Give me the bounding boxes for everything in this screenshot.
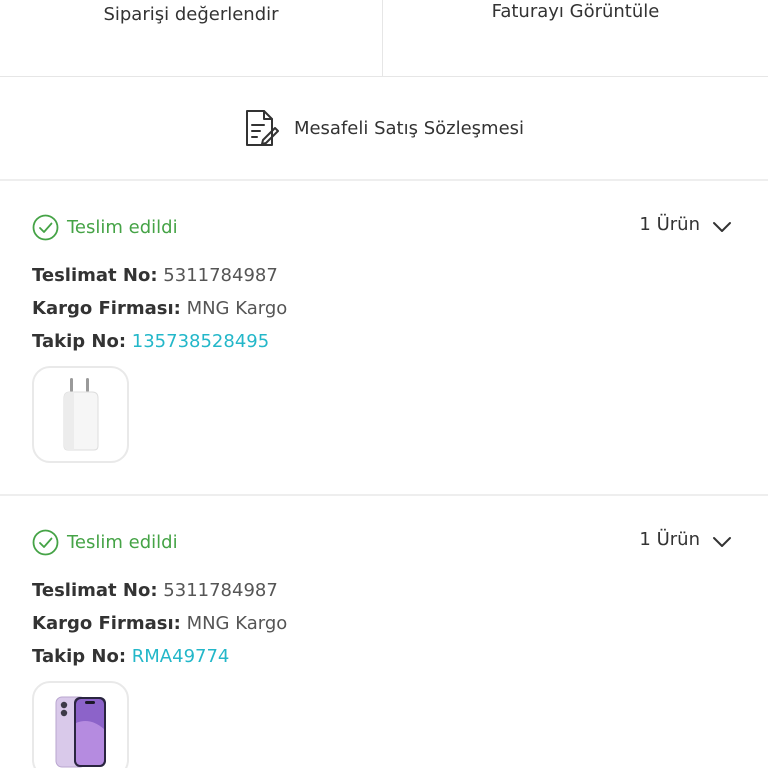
shipment-info: Teslimat No: 5311784987 Kargo Firması: M… xyxy=(32,574,287,673)
rate-order-button[interactable]: Siparişi değerlendir xyxy=(0,0,383,76)
tracking-label: Takip No: xyxy=(32,331,127,352)
status-text: Teslim edildi xyxy=(67,217,178,238)
carrier-row: Kargo Firması: MNG Kargo xyxy=(32,607,287,640)
shipment-info: Teslimat No: 5311784987 Kargo Firması: M… xyxy=(32,259,287,358)
view-invoice-label: Faturayı Görüntüle xyxy=(491,1,660,22)
chevron-down-icon xyxy=(713,536,731,547)
delivery-no-value: 5311784987 xyxy=(163,265,278,286)
carrier-label: Kargo Firması: xyxy=(32,298,181,319)
product-thumbnail[interactable] xyxy=(32,681,129,768)
power-adapter-icon xyxy=(63,378,99,451)
delivery-no-row: Teslimat No: 5311784987 xyxy=(32,574,287,607)
check-circle-icon xyxy=(32,214,59,241)
phone-product-icon xyxy=(55,696,106,768)
carrier-value: MNG Kargo xyxy=(186,298,288,319)
document-edit-icon xyxy=(245,110,279,146)
item-count-label: 1 Ürün xyxy=(639,529,700,550)
shipment-card: Teslim edildi 1 Ürün Teslimat No: 531178… xyxy=(0,181,768,496)
top-action-bar: Siparişi değerlendir Faturayı Görüntüle xyxy=(0,0,768,77)
tracking-label: Takip No: xyxy=(32,646,127,667)
carrier-row: Kargo Firması: MNG Kargo xyxy=(32,292,287,325)
view-invoice-button[interactable]: Faturayı Görüntüle xyxy=(383,0,768,76)
status-text: Teslim edildi xyxy=(67,532,178,553)
tracking-link[interactable]: RMA49774 xyxy=(132,646,230,667)
tracking-link[interactable]: 135738528495 xyxy=(132,331,269,352)
delivery-status: Teslim edildi xyxy=(32,214,178,241)
delivery-no-label: Teslimat No: xyxy=(32,265,158,286)
carrier-label: Kargo Firması: xyxy=(32,613,181,634)
chevron-down-icon xyxy=(713,221,731,232)
delivery-status: Teslim edildi xyxy=(32,529,178,556)
shipment-card: Teslim edildi 1 Ürün Teslimat No: 531178… xyxy=(0,496,768,768)
check-circle-icon xyxy=(32,529,59,556)
product-thumbnail[interactable] xyxy=(32,366,129,463)
delivery-no-value: 5311784987 xyxy=(163,580,278,601)
carrier-value: MNG Kargo xyxy=(186,613,288,634)
item-count-toggle[interactable]: 1 Ürün xyxy=(639,214,732,235)
contract-label: Mesafeli Satış Sözleşmesi xyxy=(293,117,525,139)
delivery-no-row: Teslimat No: 5311784987 xyxy=(32,259,287,292)
item-count-toggle[interactable]: 1 Ürün xyxy=(639,529,732,550)
tracking-row: Takip No: 135738528495 xyxy=(32,325,287,358)
tracking-row: Takip No: RMA49774 xyxy=(32,640,287,673)
item-count-label: 1 Ürün xyxy=(639,214,700,235)
distance-sales-contract-button[interactable]: Mesafeli Satış Sözleşmesi xyxy=(0,77,768,181)
delivery-no-label: Teslimat No: xyxy=(32,580,158,601)
rate-order-label: Siparişi değerlendir xyxy=(103,4,279,25)
